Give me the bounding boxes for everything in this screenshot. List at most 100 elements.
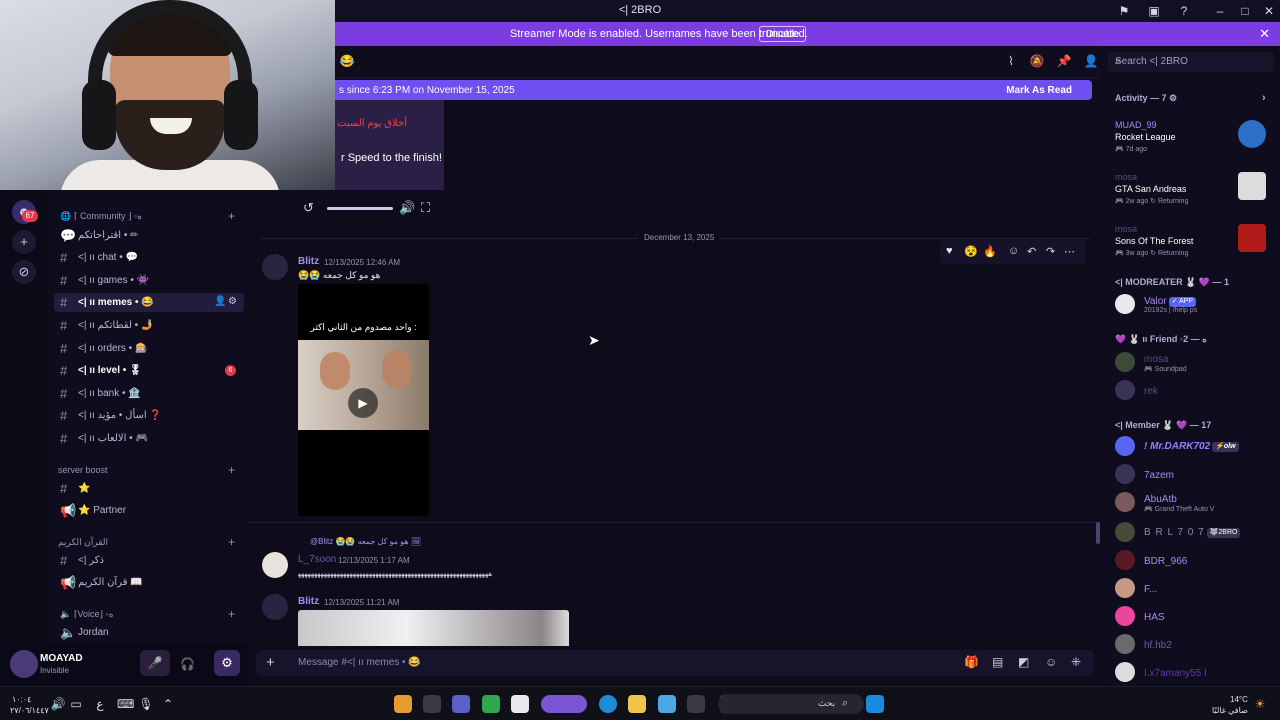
threads-icon[interactable]: ⌇ <box>1003 54 1019 70</box>
store-icon[interactable] <box>511 695 529 713</box>
volume-icon[interactable]: 🔊 <box>50 696 66 712</box>
discord-icon[interactable] <box>541 695 587 713</box>
keyboard-icon[interactable]: ⌨ <box>117 696 134 712</box>
member-item[interactable]: rek <box>1115 380 1275 402</box>
volume-icon[interactable]: 🔊 <box>399 200 415 216</box>
start-icon[interactable] <box>866 695 884 713</box>
category-server-boost[interactable]: server boost <box>58 465 108 475</box>
new-messages-bar[interactable]: s since 6:23 PM on November 15, 2025 Mar… <box>335 80 1092 100</box>
channel-item-orders[interactable]: # <| ıı orders • 🎰 <box>54 339 244 358</box>
edge-icon[interactable] <box>599 695 617 713</box>
channel-item-games-ar[interactable]: # <| ıı الالعاب • 🎮 <box>54 429 244 448</box>
close-icon[interactable]: ✕ <box>1261 3 1277 19</box>
more-icon[interactable]: ⋯ <box>1064 245 1075 258</box>
avatar[interactable] <box>262 254 288 280</box>
message-composer[interactable]: + Message #<| ıı memes • 😂 🎁 ▤ ◩ ☺ ⁜ <box>256 650 1094 676</box>
channel-item-dhikr[interactable]: # <| ذكر <box>54 551 244 570</box>
avatar[interactable] <box>10 650 38 678</box>
channel-item-ask[interactable]: # <| ıı اسأل • مؤيد ❓ <box>54 406 244 425</box>
discover-icon[interactable]: ⊘ <box>12 260 36 284</box>
activity-user[interactable]: mosa <box>1115 172 1137 182</box>
category-community[interactable]: ⌈ Community ⌋ ◦ﻩ <box>74 211 142 222</box>
video-attachment[interactable] <box>298 610 569 646</box>
video-attachment[interactable]: واحد مصدوم من الثاني اكثر : ▶ <box>298 284 429 516</box>
add-channel-icon[interactable]: + <box>228 607 235 621</box>
gif-icon[interactable]: ▤ <box>992 655 1003 669</box>
gift-icon[interactable]: 🎁 <box>964 655 979 669</box>
avatar[interactable] <box>262 594 288 620</box>
channel-item-quran[interactable]: 📢 قرآن الكريم 📖 <box>54 573 244 592</box>
screen-icon[interactable]: ▣ <box>1146 3 1162 19</box>
member-item[interactable]: ! Mr.DARK702 ⚡olw <box>1115 436 1275 458</box>
activity-user[interactable]: mosa <box>1115 224 1137 234</box>
message-input[interactable]: Message #<| ıı memes • 😂 <box>298 657 421 668</box>
channel-item-chat[interactable]: # <| ıı chat • 💬 <box>54 248 244 267</box>
video-preview[interactable]: أخلاق يوم السبت r Speed to the finish! <box>335 100 444 190</box>
inbox-icon[interactable]: ⚑ <box>1116 3 1132 19</box>
fire-reaction-icon[interactable]: 🔥 <box>983 245 997 258</box>
user-settings-icon[interactable]: ⚙ <box>214 650 240 676</box>
reaction-icon[interactable]: 😵 <box>964 245 978 258</box>
message-author[interactable]: L_7soon <box>298 554 336 565</box>
display-icon[interactable]: ▭ <box>68 696 84 712</box>
member-item[interactable]: hf.hb2 <box>1115 634 1275 656</box>
app-icon[interactable] <box>394 695 412 713</box>
copilot-icon[interactable] <box>658 695 676 713</box>
member-item[interactable]: AbuAtb 🎮 Grand Theft Auto V <box>1115 492 1275 514</box>
channel-item-memes[interactable]: # <| ıı memes • 😂 👤 ⚙ <box>54 293 244 312</box>
volume-slider[interactable] <box>327 207 393 210</box>
activity-user[interactable]: MUAD_99 <box>1115 120 1157 130</box>
member-item[interactable]: F... <box>1115 578 1275 600</box>
fullscreen-icon[interactable]: ⛶ <box>421 200 430 216</box>
chevron-up-icon[interactable]: ⌃ <box>160 696 176 712</box>
emoji-icon[interactable]: ☺ <box>1045 655 1057 669</box>
member-item[interactable]: Valor ✓ APP 20192s | /help ps <box>1115 294 1275 316</box>
minimize-icon[interactable]: – <box>1212 3 1228 19</box>
headphones-icon[interactable]: 🎧 <box>180 657 195 671</box>
channel-item-bank[interactable]: # <| ıı bank • 🏦 <box>54 384 244 403</box>
channel-item-star[interactable]: # ⭐ <box>54 479 244 498</box>
add-channel-icon[interactable]: + <box>228 535 235 549</box>
maximize-icon[interactable]: □ <box>1237 3 1253 19</box>
task-view-icon[interactable] <box>687 695 705 713</box>
mic-icon[interactable]: 🎙 <box>138 696 154 712</box>
channel-settings-icon[interactable]: ⚙ <box>228 296 237 307</box>
member-item[interactable]: 7azem <box>1115 464 1275 486</box>
invite-icon[interactable]: 👤 <box>214 296 226 307</box>
play-icon[interactable]: ▶ <box>348 388 378 418</box>
mark-as-read-button[interactable]: Mark As Read <box>1006 85 1072 96</box>
member-item[interactable]: HAS <box>1115 606 1275 628</box>
forward-icon[interactable]: ↷ <box>1046 245 1055 258</box>
channel-item-games[interactable]: # <| ıı games • 👾 <box>54 271 244 290</box>
help-icon[interactable]: ? <box>1176 3 1192 19</box>
taskbar-search[interactable]: بحث ⌕ <box>718 694 864 714</box>
add-server-icon[interactable]: + <box>12 230 36 254</box>
replay-icon[interactable]: ↺ <box>303 200 314 216</box>
message-author[interactable]: Blitz <box>298 256 319 267</box>
banner-close-icon[interactable]: ✕ <box>1259 26 1270 42</box>
channel-item-partner[interactable]: 📢 ⭐ Partner <box>54 501 244 520</box>
channel-item-suggestions[interactable]: 💬 اقتراحاتكم • ✏ <box>54 226 244 245</box>
app-icon[interactable] <box>482 695 500 713</box>
member-item[interactable]: BDR_966 <box>1115 550 1275 572</box>
member-item[interactable]: I.x7amany55 I <box>1115 662 1275 684</box>
file-explorer-icon[interactable] <box>628 695 646 713</box>
sticker-icon[interactable]: ◩ <box>1018 655 1029 669</box>
chevron-right-icon[interactable]: › <box>1262 92 1266 104</box>
reply-preview[interactable]: @Blitz 😭😭 هو مو كل جمعه 🖼 <box>310 537 421 546</box>
pin-icon[interactable]: 📌 <box>1056 54 1072 70</box>
add-channel-icon[interactable]: + <box>228 209 235 223</box>
channel-item-level[interactable]: # <| ıı level • 🎖 6 <box>54 361 244 380</box>
member-item[interactable]: B R L 7 0 7 🐺2BRO <box>1115 522 1275 544</box>
obs-icon[interactable] <box>423 695 441 713</box>
attach-icon[interactable]: + <box>266 654 275 671</box>
add-reaction-icon[interactable]: ☺ <box>1008 245 1019 257</box>
reply-icon[interactable]: ↶ <box>1027 245 1036 258</box>
message-author[interactable]: Blitz <box>298 596 319 607</box>
category-quran[interactable]: القرآن الكريم <box>58 537 108 548</box>
search-box[interactable]: Search <| 2BRO ⌕ <box>1108 52 1274 72</box>
heart-reaction-icon[interactable]: ♥ <box>946 245 953 257</box>
add-channel-icon[interactable]: + <box>228 463 235 477</box>
notification-mute-icon[interactable]: 🔕 <box>1029 54 1045 70</box>
voice-channel-jordan[interactable]: 🔈 Jordan <box>54 623 244 642</box>
